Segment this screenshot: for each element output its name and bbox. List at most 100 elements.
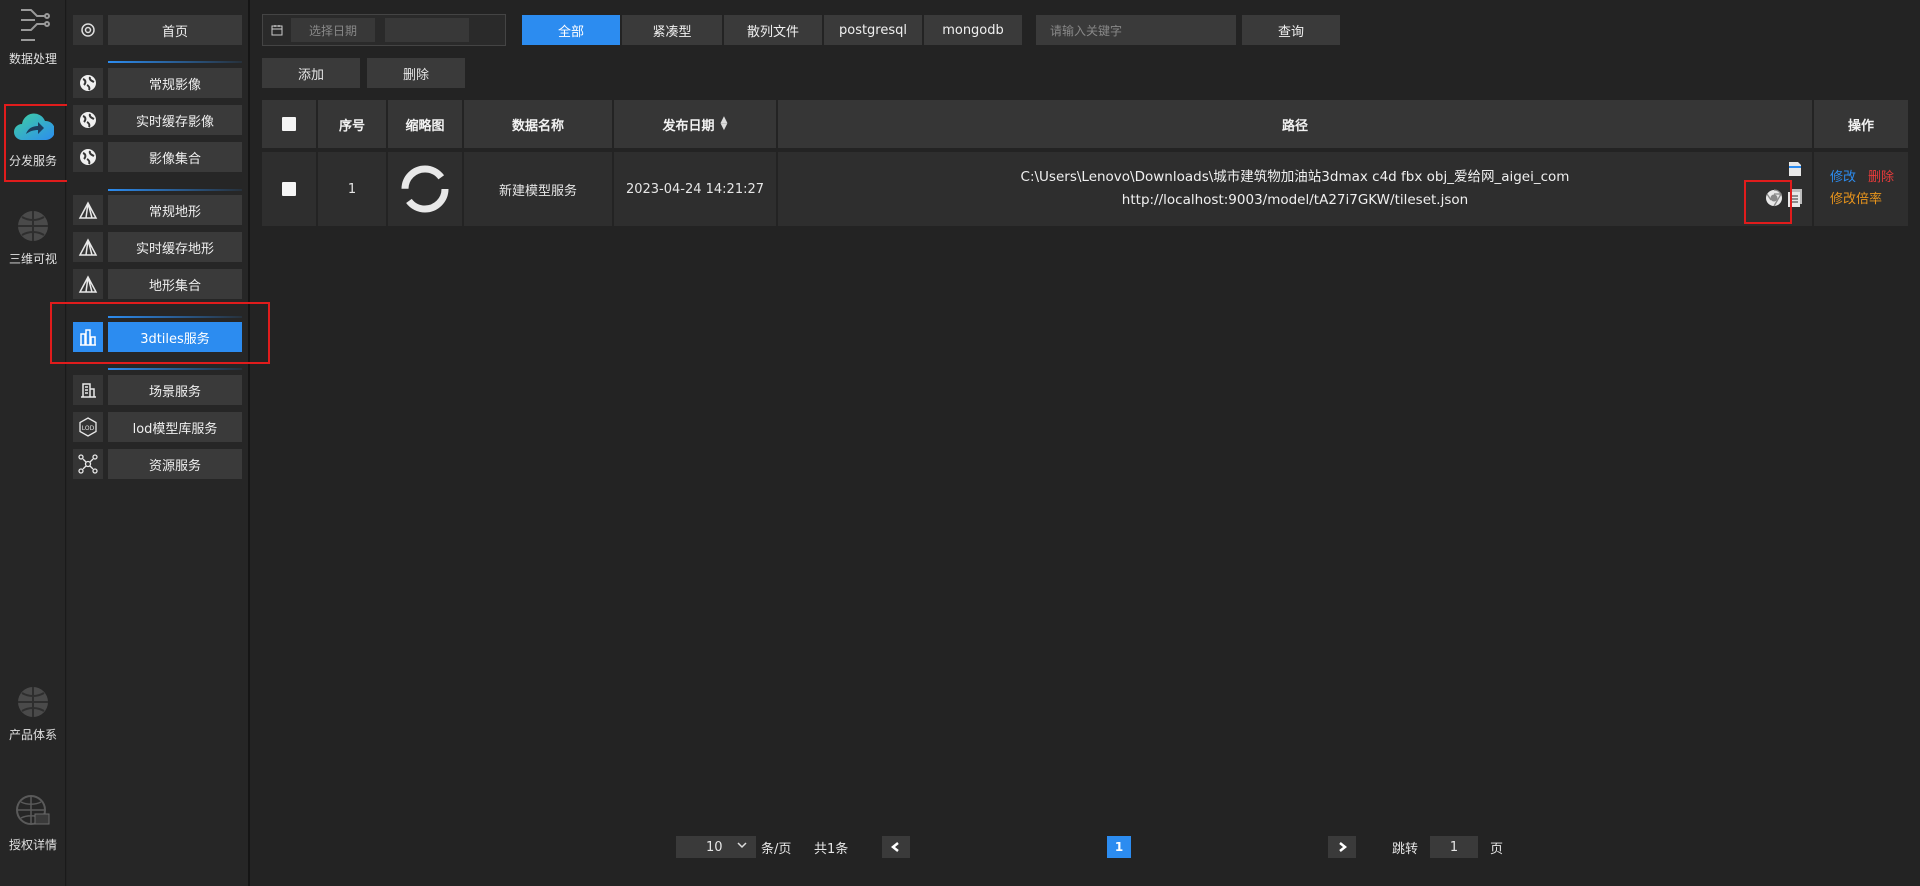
data-process-icon	[11, 6, 55, 46]
menu-label: 实时缓存影像	[108, 105, 242, 135]
highlight-frame	[4, 104, 70, 182]
row-path: C:\Users\Lenovo\Downloads\城市建筑物加油站3dmax …	[778, 152, 1814, 226]
jump-page-input[interactable]: 1	[1430, 836, 1478, 858]
delete-link[interactable]: 删除	[1868, 167, 1894, 189]
next-page-button[interactable]	[1328, 836, 1356, 858]
row-checkbox[interactable]	[282, 182, 296, 196]
loading-thumbnail-icon	[401, 165, 449, 213]
query-button[interactable]: 查询	[1242, 15, 1340, 45]
end-date-input[interactable]	[385, 18, 469, 42]
edit-rate-link[interactable]: 修改倍率	[1830, 189, 1882, 211]
menu-label: 常规影像	[108, 68, 242, 98]
menu-item-terrain-collection[interactable]: 地形集合	[73, 269, 242, 299]
menu-item-regular-terrain[interactable]: 常规地形	[73, 195, 242, 225]
main-content: 选择日期 全部 紧凑型 散列文件 postgresql mongodb 请输入关…	[252, 0, 1920, 886]
gear-icon	[73, 15, 103, 45]
menu-label: 影像集合	[108, 142, 242, 172]
menu-item-imagery-collection[interactable]: 影像集合	[73, 142, 242, 172]
row-ops: 修改 删除 修改倍率	[1814, 152, 1908, 226]
rail-item-products[interactable]: 产品体系	[0, 682, 66, 743]
row-name: 新建模型服务	[464, 152, 614, 226]
add-button[interactable]: 添加	[262, 58, 360, 88]
keyword-search-input[interactable]: 请输入关键字	[1036, 15, 1236, 45]
date-range-picker[interactable]: 选择日期	[262, 14, 506, 46]
rail-label: 数据处理	[8, 52, 57, 66]
table-row: 1 新建模型服务 2023-04-24 14:21:27 C:\Users\Le…	[262, 152, 1908, 226]
rail-item-data-process[interactable]: 数据处理	[0, 6, 66, 67]
path-url: http://localhost:9003/model/tA27i7GKW/ti…	[1121, 192, 1469, 208]
rail-item-3d-visual[interactable]: 三维可视	[0, 206, 66, 267]
menu-label: 实时缓存地形	[108, 232, 242, 262]
row-index: 1	[318, 152, 388, 226]
rail-label: 授权详情	[8, 838, 57, 852]
page-number-button[interactable]: 1	[1107, 836, 1131, 858]
left-rail: 数据处理 分发服务 三维可视 产品体系 授权详情	[0, 0, 70, 886]
edit-link[interactable]: 修改	[1830, 167, 1856, 189]
path-local: C:\Users\Lenovo\Downloads\城市建筑物加油站3dmax …	[1020, 169, 1570, 185]
svg-text:LOD: LOD	[82, 425, 95, 432]
chevron-left-icon	[890, 842, 899, 852]
menu-item-cached-imagery[interactable]: 实时缓存影像	[73, 105, 242, 135]
header-index: 序号	[318, 100, 388, 148]
sort-icon[interactable]: ▲ ▼	[721, 116, 728, 132]
tab-compact[interactable]: 紧凑型	[622, 15, 722, 45]
menu-divider	[108, 189, 242, 191]
service-menu: 首页 常规影像 实时缓存影像 影像集合 常规地形 实时缓存地形 地形集合 3dt…	[50, 0, 270, 886]
earth-icon	[73, 142, 103, 172]
highlight-frame	[50, 302, 270, 364]
lod-icon: LOD	[73, 412, 103, 442]
menu-item-regular-imagery[interactable]: 常规影像	[73, 68, 242, 98]
chevron-down-icon	[736, 839, 748, 855]
menu-item-resources[interactable]: 资源服务	[73, 449, 242, 479]
folder-doc-icon[interactable]	[1786, 160, 1804, 178]
rail-item-license[interactable]: 授权详情	[0, 792, 66, 853]
globe-3d-icon	[11, 206, 55, 246]
ops-line: 修改倍率	[1830, 189, 1882, 211]
table-header: 序号 缩略图 数据名称 发布日期 ▲ ▼ 路径 操作	[262, 100, 1908, 148]
network-nodes-icon	[73, 449, 103, 479]
row-thumbnail	[388, 152, 464, 226]
services-table: 序号 缩略图 数据名称 发布日期 ▲ ▼ 路径 操作 1 新建模型服务 2023-…	[262, 100, 1908, 226]
row-date: 2023-04-24 14:21:27	[614, 152, 778, 226]
page-size-select[interactable]: 10	[676, 836, 756, 858]
menu-label: lod模型库服务	[108, 412, 242, 442]
header-name: 数据名称	[464, 100, 614, 148]
scene-building-icon	[73, 375, 103, 405]
tab-postgresql[interactable]: postgresql	[824, 15, 922, 45]
mountain-icon	[73, 269, 103, 299]
chevron-right-icon	[1339, 842, 1348, 852]
header-ops: 操作	[1847, 118, 1874, 134]
header-date-label: 发布日期	[662, 118, 715, 134]
menu-label: 场景服务	[108, 375, 242, 405]
header-checkbox-cell	[262, 100, 318, 148]
header-path: 路径	[778, 100, 1814, 148]
pagination: 10 条/页 共1条 1 跳转 1 页	[252, 836, 1920, 858]
menu-item-scene[interactable]: 场景服务	[73, 375, 242, 405]
highlight-frame	[1744, 180, 1792, 224]
ops-line: 修改 删除	[1830, 167, 1894, 189]
tab-hash-files[interactable]: 散列文件	[724, 15, 822, 45]
menu-item-cached-terrain[interactable]: 实时缓存地形	[73, 232, 242, 262]
mountain-icon	[73, 195, 103, 225]
earth-icon	[73, 105, 103, 135]
menu-label: 首页	[108, 15, 242, 45]
rail-label: 产品体系	[8, 728, 57, 742]
menu-label: 常规地形	[108, 195, 242, 225]
page-size-value: 10	[706, 839, 723, 855]
tab-all[interactable]: 全部	[522, 15, 620, 45]
globe-product-icon	[11, 682, 55, 722]
select-all-checkbox[interactable]	[282, 117, 296, 131]
menu-divider	[108, 368, 242, 370]
prev-page-button[interactable]	[882, 836, 910, 858]
delete-button[interactable]: 删除	[367, 58, 465, 88]
page-size-unit: 条/页	[761, 841, 792, 857]
start-date-input[interactable]: 选择日期	[291, 18, 375, 42]
total-count: 共1条	[814, 841, 849, 857]
tab-mongodb[interactable]: mongodb	[924, 15, 1022, 45]
menu-divider	[108, 61, 242, 63]
rail-label: 三维可视	[8, 252, 57, 266]
header-date[interactable]: 发布日期 ▲ ▼	[614, 100, 778, 148]
menu-item-lod-library[interactable]: LOD lod模型库服务	[73, 412, 242, 442]
mountain-icon	[73, 232, 103, 262]
menu-item-home[interactable]: 首页	[73, 15, 242, 45]
